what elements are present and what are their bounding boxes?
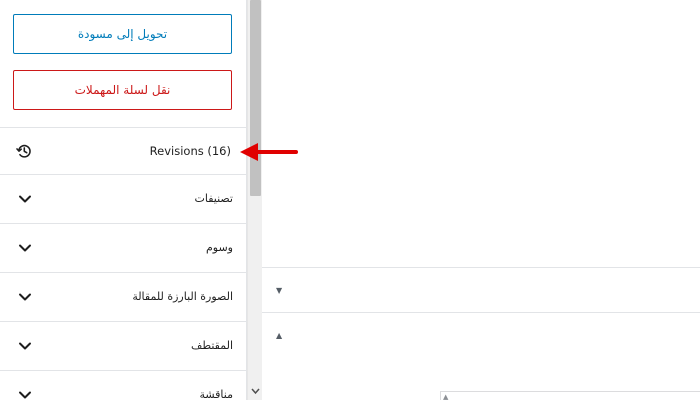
revisions-panel[interactable]: Revisions (16)	[0, 128, 247, 175]
chevron-down-icon	[19, 244, 31, 252]
scrollbar-thumb[interactable]	[250, 0, 261, 196]
chevron-down-icon	[19, 293, 31, 301]
annotation-arrow-icon	[240, 143, 298, 161]
scroll-down-arrow-icon[interactable]	[251, 386, 260, 396]
triangle-up-icon[interactable]: ▲	[276, 331, 282, 340]
move-to-trash-button[interactable]: نقل لسلة المهملات	[13, 70, 232, 110]
switch-to-draft-button[interactable]: تحويل إلى مسودة	[13, 14, 232, 54]
panel-tags[interactable]: وسوم	[0, 224, 247, 273]
panel-label: الصورة البارزة للمقالة	[132, 290, 233, 303]
meta-box-field[interactable]: ▲	[440, 391, 700, 400]
panel-featured-image[interactable]: الصورة البارزة للمقالة	[0, 273, 247, 322]
chevron-down-icon	[19, 342, 31, 350]
revisions-label: Revisions (16)	[149, 144, 231, 158]
triangle-down-icon[interactable]: ▼	[276, 286, 282, 295]
chevron-down-icon	[19, 195, 31, 203]
panel-discussion[interactable]: مناقشة	[0, 371, 247, 400]
panel-label: تصنيفات	[194, 192, 233, 205]
panel-excerpt[interactable]: المقتطف	[0, 322, 247, 371]
editor-canvas[interactable]	[262, 0, 700, 268]
panel-categories[interactable]: تصنيفات	[0, 175, 247, 224]
panel-label: وسوم	[205, 241, 233, 254]
history-icon	[16, 144, 31, 158]
panel-label: المقتطف	[190, 339, 233, 352]
meta-box-expanded[interactable]: ▲ ▲	[262, 313, 700, 400]
sidebar-scrollbar[interactable]	[247, 0, 262, 400]
field-arrow-icon: ▲	[443, 393, 449, 400]
chevron-down-icon	[19, 391, 31, 399]
meta-box-collapsed[interactable]: ▼	[262, 268, 700, 313]
settings-sidebar: تحويل إلى مسودة نقل لسلة المهملات Revisi…	[0, 0, 247, 400]
editor-screen: تحويل إلى مسودة نقل لسلة المهملات Revisi…	[0, 0, 700, 400]
panel-label: مناقشة	[199, 388, 233, 400]
